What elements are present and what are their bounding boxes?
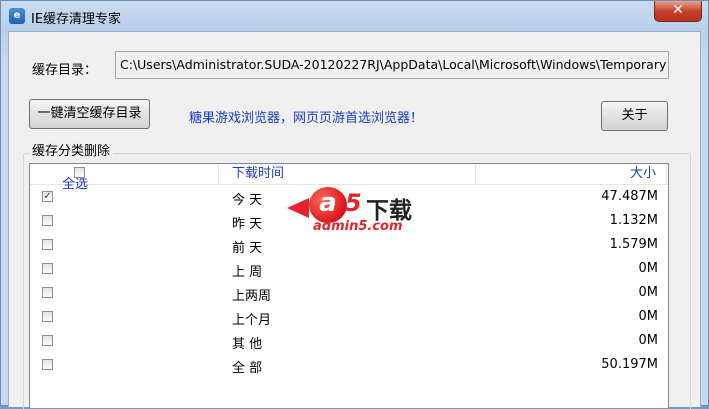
list-item[interactable]: 上个月 0M xyxy=(30,305,668,329)
clear-cache-button[interactable]: 一键清空缓存目录 xyxy=(29,99,150,129)
row-period: 前 天 xyxy=(232,241,263,256)
row-checkbox[interactable]: ✓ xyxy=(42,191,53,202)
row-size: 0M xyxy=(638,333,659,348)
row-checkbox[interactable] xyxy=(42,335,53,346)
watermark-letter: a xyxy=(309,187,347,223)
size-column-header[interactable]: 大小 xyxy=(476,164,667,184)
app-icon: e xyxy=(9,8,25,24)
row-period: 上个月 xyxy=(232,313,272,328)
row-period: 其 他 xyxy=(232,337,263,352)
row-size: 47.487M xyxy=(601,189,658,204)
list-item[interactable]: 全 部 50.197M xyxy=(30,353,668,377)
row-size: 0M xyxy=(638,261,659,276)
cache-dir-label: 缓存目录： xyxy=(32,63,98,78)
row-checkbox[interactable] xyxy=(42,359,53,370)
group-title: 缓存分类删除 xyxy=(29,140,114,159)
row-size: 0M xyxy=(638,309,659,324)
row-size: 0M xyxy=(638,285,659,300)
row-period: 上两周 xyxy=(232,289,272,304)
row-checkbox[interactable] xyxy=(42,215,53,226)
list-item[interactable]: 其 他 0M xyxy=(30,329,668,353)
row-checkbox[interactable] xyxy=(42,287,53,298)
row-period: 今 天 xyxy=(232,193,263,208)
watermark-domain: admin5.com xyxy=(313,219,403,234)
row-size: 50.197M xyxy=(601,357,658,372)
title-bar[interactable]: e IE缓存清理专家 ✕ xyxy=(1,1,708,31)
cache-dir-field[interactable]: C:\Users\Administrator.SUDA-20120227RJ\A… xyxy=(115,51,669,79)
row-size: 1.132M xyxy=(609,213,658,228)
row-checkbox[interactable] xyxy=(42,311,53,322)
list-header: 全选 下载时间 大小 xyxy=(30,164,668,192)
about-button[interactable]: 关于 xyxy=(601,101,668,131)
select-all-checkbox[interactable] xyxy=(74,167,85,178)
watermark-arrow-icon xyxy=(287,198,309,218)
row-size: 1.579M xyxy=(609,237,658,252)
row-period: 昨 天 xyxy=(232,217,263,232)
watermark-logo: a 5 下载 admin5.com xyxy=(283,187,433,237)
row-period: 全 部 xyxy=(232,361,263,376)
row-checkbox[interactable] xyxy=(42,239,53,250)
app-window: e IE缓存清理专家 ✕ 缓存目录： C:\Users\Administrato… xyxy=(0,0,709,409)
row-period: 上 周 xyxy=(232,265,263,280)
list-item[interactable]: 上 周 0M xyxy=(30,257,668,281)
close-button[interactable]: ✕ xyxy=(654,1,702,22)
promo-link[interactable]: 糖果游戏浏览器，网页页游首选浏览器！ xyxy=(189,107,423,126)
window-title: IE缓存清理专家 xyxy=(31,12,122,27)
select-all-header[interactable]: 全选 xyxy=(30,164,219,192)
row-checkbox[interactable] xyxy=(42,263,53,274)
time-column-header[interactable]: 下载时间 xyxy=(219,164,476,184)
watermark-digit: 5 xyxy=(345,189,362,217)
list-item[interactable]: 上两周 0M xyxy=(30,281,668,305)
